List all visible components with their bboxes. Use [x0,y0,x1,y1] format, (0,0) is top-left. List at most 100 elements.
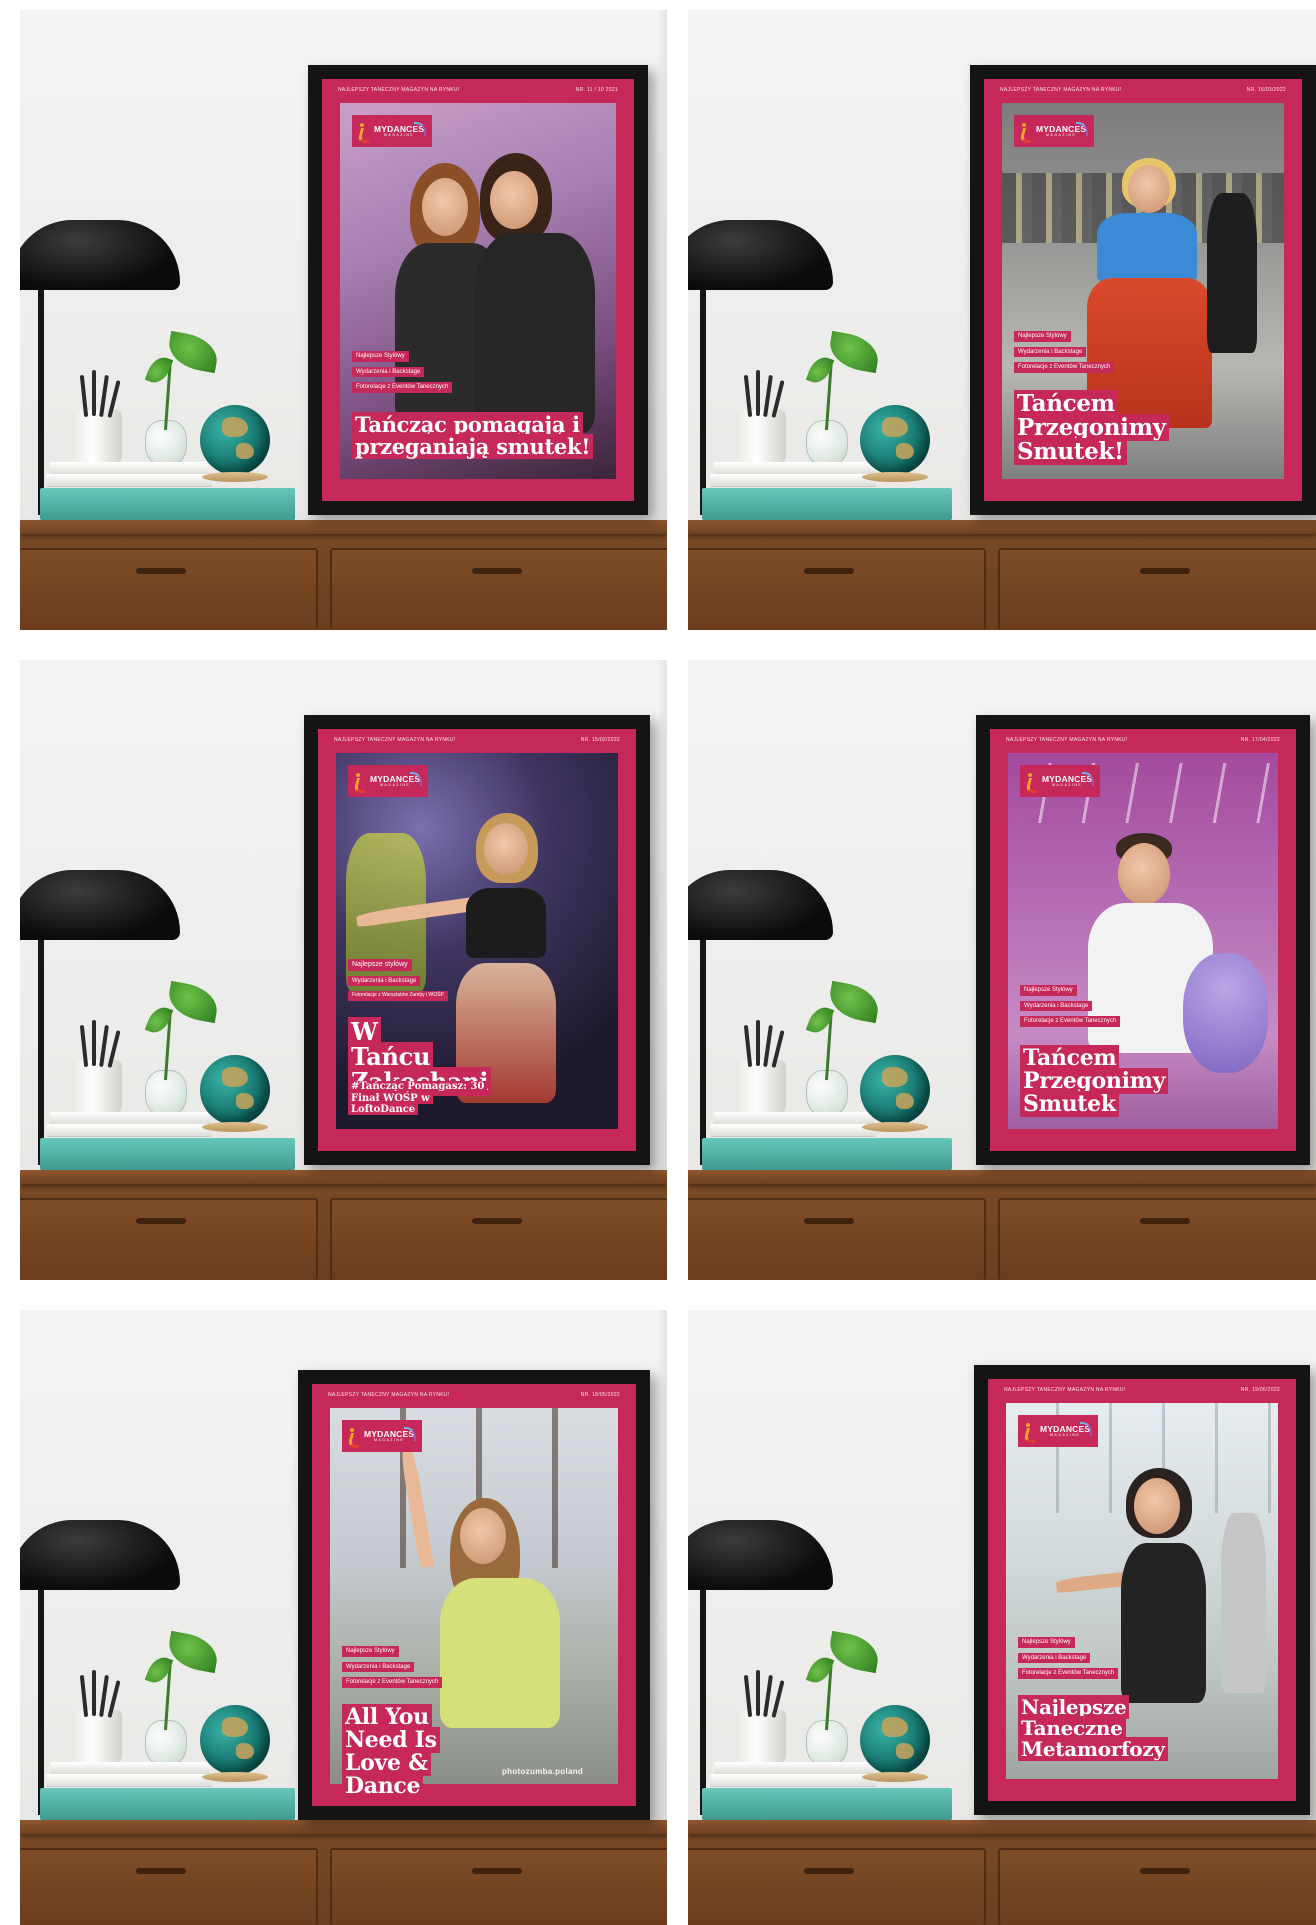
globe [200,1055,270,1125]
plant-leaf [165,330,221,374]
mydances-logo: MYDANCES MAGAZINE [348,765,428,797]
headline-text: All You Need Is Love & Dance [342,1704,440,1800]
globe-land [896,1743,914,1759]
headline-text: Tańcząc pomagają i przeganiają smutek! [352,412,594,460]
cover-tag: Najlepsze Stylówy [1020,985,1077,996]
issue-number: NR. 15/02/2022 [580,737,620,743]
dresser [688,520,1316,630]
lamp-shade [688,1520,833,1590]
drawer [998,1848,1316,1925]
dresser [20,1820,667,1925]
book [40,1788,295,1820]
plant-leaf [826,1630,882,1674]
globe-land [882,1717,908,1737]
dancer-logo-icon [1024,1421,1036,1441]
magazine-cover: NAJLEPSZY TANECZNY MAGAZYN NA RYNKU! NR.… [312,1384,636,1806]
dancer-top [1121,1543,1206,1703]
dancer-logo-icon [1020,121,1032,141]
mydances-logo: MYDANCES MAGAZINE [352,115,432,147]
subline-text: #Tańcząc Pomagasz: 30 Finał WOŚP w Lofto… [348,1081,488,1115]
dresser-top [20,1170,667,1184]
cover-tags: Najlepsze Stylówy Wydarzenia i Backstage… [342,1646,443,1688]
globe-stand [862,1122,928,1132]
globe-stand [202,1772,268,1782]
headline-text: Najlepsze Taneczne Metamorfozy [1018,1695,1168,1761]
headline-text: Tańcem Przegonimy Smutek! [1014,390,1169,466]
drawer-handle [136,1218,186,1224]
drawer-handle [1140,568,1190,574]
drawer [20,1198,318,1280]
dresser [688,1170,1316,1280]
book [40,488,295,520]
cover-tag: Fotorelacje z Eventów Tanecznych [1018,1668,1119,1679]
cover-tag: Najlepsze Stylówy [352,351,409,362]
pen-cup [736,410,786,465]
book [40,1138,295,1170]
book [46,1124,212,1137]
cover-tag: Wydarzenia i Backstage [1020,1000,1093,1012]
man-face [1118,843,1170,905]
plush-toy [1183,953,1268,1073]
cover-headline: All You Need Is Love & Dance [342,1704,461,1800]
dancer-logo-icon [354,771,366,791]
drawer-handle [1140,1218,1190,1224]
mockup-tile-5: NAJLEPSZY TANECZNY MAGAZYN NA RYNKU! NR.… [20,1310,667,1925]
magazine-cover: NAJLEPSZY TANECZNY MAGAZYN NA RYNKU! NR.… [318,729,636,1151]
dancer-face [484,823,528,875]
cover-tags: Najlepsze Stylówy Wydarzenia i Backstage… [1020,985,1121,1027]
mockup-tile-4: NAJLEPSZY TANECZNY MAGAZYN NA RYNKU! NR.… [688,660,1316,1280]
pen-cup [72,1710,122,1765]
book [710,1124,876,1137]
cover-tag: Najlepsze Stylówy [342,1646,399,1657]
cover-tagline: NAJLEPSZY TANECZNY MAGAZYN NA RYNKU! [1004,1387,1126,1393]
lamp-shade [20,1520,180,1590]
cover-tag: Fotorelacje z Eventów Tanecznych [342,1677,443,1688]
cover-tags: Najlepsze stylówy Wydarzenia i Backstage… [348,959,448,1001]
book [710,1774,876,1787]
cover-tag: Najlepsze Stylówy [1014,331,1071,342]
drawer [998,548,1316,630]
cover-headline: Tańcząc pomagają i przeganiają smutek! [352,412,624,460]
headline-text: Tańcem Przegonimy Smutek [1020,1045,1169,1118]
drawer [330,548,667,630]
globe [200,1705,270,1775]
plant-leaf [826,980,882,1024]
magazine-cover: NAJLEPSZY TANECZNY MAGAZYN NA RYNKU! NR.… [988,1379,1296,1801]
magazine-cover: NAJLEPSZY TANECZNY MAGAZYN NA RYNKU! NR.… [984,79,1302,501]
drawer-handle [804,568,854,574]
globe-stand [862,1772,928,1782]
drawer [688,548,986,630]
drawer [998,1198,1316,1280]
book [710,474,876,487]
drawer-handle [804,1868,854,1874]
cover-tag: Wydarzenia i Backstage [348,975,421,987]
drawer-handle [472,1868,522,1874]
pen [92,1670,96,1716]
cover-header: NAJLEPSZY TANECZNY MAGAZYN NA RYNKU! NR.… [322,79,634,101]
book [46,1774,212,1787]
cover-tags: Najlepsze Stylówy Wydarzenia i Backstage… [1018,1637,1119,1679]
globe-land [896,443,914,459]
dancer-top [1097,213,1197,283]
dresser-top [688,1820,1316,1834]
lamp-arm [38,265,44,515]
dancer-logo-icon [348,1426,360,1446]
globe-land [882,1067,908,1087]
drawer [330,1848,667,1925]
pen [92,1020,96,1066]
lamp-shade [688,870,833,940]
mydances-logo: MYDANCES MAGAZINE [342,1420,422,1452]
mydances-logo: MYDANCES MAGAZINE [1014,115,1094,147]
plant-leaf [165,980,221,1024]
book [702,1788,952,1820]
dancer-logo-icon [1026,771,1038,791]
cover-tag: Wydarzenia i Backstage [1014,346,1087,358]
plant-leaf [165,1630,221,1674]
pen [756,1020,760,1066]
dancer-face [1128,165,1170,213]
globe [200,405,270,475]
dresser [20,1170,667,1280]
globe-land [882,417,908,437]
lamp-arm [38,915,44,1165]
issue-number: NR. 16/03/2022 [1246,87,1286,93]
